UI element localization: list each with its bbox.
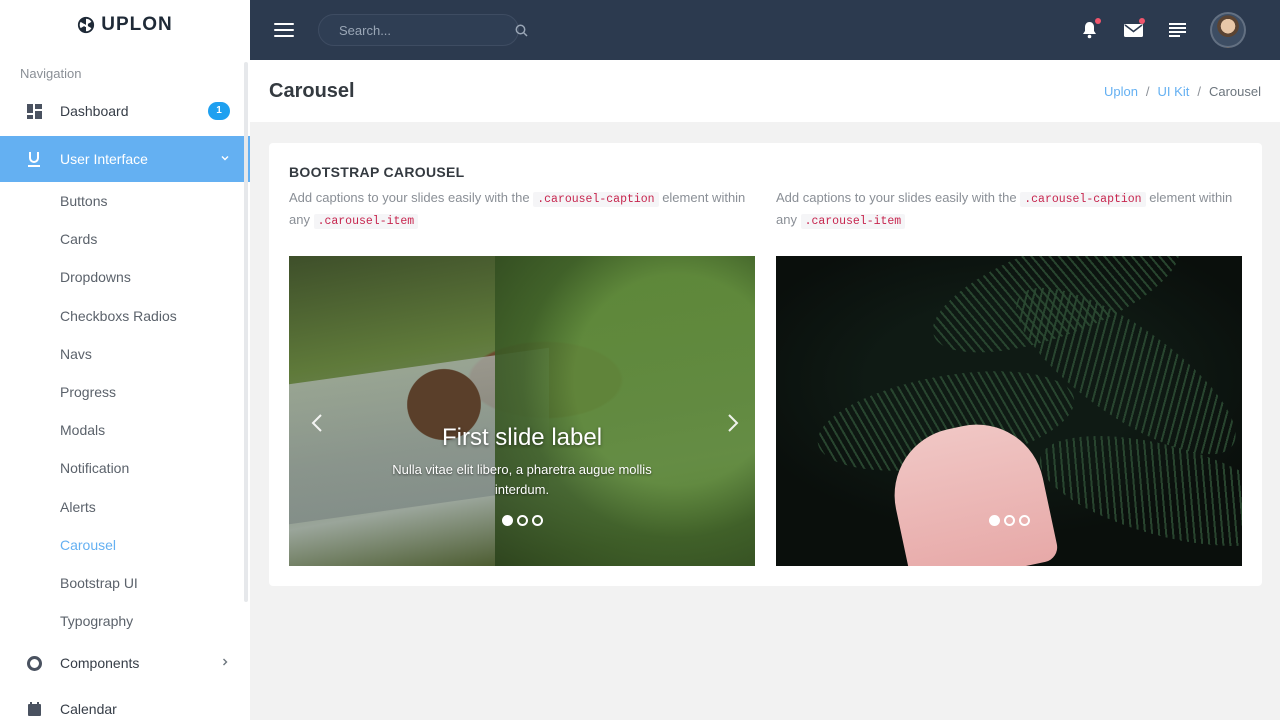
sidebar-item-dashboard[interactable]: Dashboard 1 bbox=[0, 88, 250, 134]
breadcrumb-current: Carousel bbox=[1208, 83, 1261, 99]
sidebar-subitem-navs[interactable]: Navs bbox=[0, 335, 250, 373]
breadcrumb: Uplon / UI Kit / Carousel bbox=[1104, 84, 1261, 99]
code-snippet: .carousel-item bbox=[313, 214, 419, 229]
hamburger-menu-icon[interactable] bbox=[274, 23, 294, 37]
carousel-indicator[interactable] bbox=[531, 515, 543, 526]
avatar[interactable] bbox=[1210, 12, 1246, 48]
sidebar-scrollbar[interactable] bbox=[244, 62, 248, 602]
carousel-with-caption: First slide label Nulla vitae elit liber… bbox=[289, 256, 755, 566]
breadcrumb-link-uplon[interactable]: Uplon bbox=[1104, 84, 1138, 99]
brand-name: UPLON bbox=[101, 14, 173, 35]
sidebar-subitem-modals[interactable]: Modals bbox=[0, 411, 250, 449]
search-icon[interactable] bbox=[515, 24, 528, 37]
sidebar-subitem-buttons[interactable]: Buttons bbox=[0, 182, 250, 220]
sidebar-subitem-notification[interactable]: Notification bbox=[0, 449, 250, 487]
search-box bbox=[318, 14, 528, 46]
dashboard-icon bbox=[26, 103, 42, 119]
dashboard-badge: 1 bbox=[208, 102, 230, 120]
caption-title: First slide label bbox=[441, 424, 603, 451]
chevron-right-icon bbox=[220, 656, 230, 670]
sidebar-item-label: User Interface bbox=[60, 151, 148, 167]
breadcrumb-separator: / bbox=[1197, 83, 1201, 99]
code-snippet: .carousel-item bbox=[800, 214, 906, 229]
sidebar-subitem-bootstrap-ui[interactable]: Bootstrap UI bbox=[0, 564, 250, 602]
brand-logo[interactable]: UPLON bbox=[0, 0, 250, 50]
chevron-down-icon bbox=[220, 152, 230, 166]
sidebar-subitem-typography[interactable]: Typography bbox=[0, 602, 250, 640]
page-title-bar: Carousel Uplon / UI Kit / Carousel bbox=[250, 60, 1280, 122]
desc-text: Add captions to your slides easily with … bbox=[289, 190, 534, 205]
card-description-left: Add captions to your slides easily with … bbox=[289, 188, 755, 232]
sidebar-item-label: Components bbox=[60, 655, 140, 672]
breadcrumb-separator: / bbox=[1145, 83, 1150, 99]
list-icon[interactable] bbox=[1166, 19, 1188, 41]
search-input[interactable] bbox=[339, 22, 515, 38]
sidebar: UPLON Navigation Dashboard 1 User Interf… bbox=[0, 0, 250, 720]
carousel-indicator[interactable] bbox=[988, 515, 1000, 526]
page-title: Carousel bbox=[269, 79, 355, 102]
carousel-card: BOOTSTRAP CAROUSEL Add captions to your … bbox=[269, 143, 1262, 586]
topbar bbox=[250, 0, 1280, 60]
sidebar-subitem-alerts[interactable]: Alerts bbox=[0, 488, 250, 526]
card-description-right: Add captions to your slides easily with … bbox=[776, 188, 1242, 232]
sidebar-item-components[interactable]: Components bbox=[0, 640, 250, 686]
carousel-with-indicators bbox=[776, 256, 1242, 566]
mail-dot bbox=[1139, 18, 1145, 24]
carousel-indicators bbox=[289, 515, 755, 526]
sidebar-subitem-checkboxs-radios[interactable]: Checkboxs Radios bbox=[0, 297, 250, 335]
code-snippet: .carousel-caption bbox=[533, 192, 659, 207]
sidebar-item-calendar[interactable]: Calendar bbox=[0, 686, 250, 720]
underline-icon bbox=[26, 151, 42, 167]
code-snippet: .carousel-caption bbox=[1020, 192, 1146, 207]
carousel-indicator[interactable] bbox=[516, 515, 528, 526]
desc-text: Add captions to your slides easily with … bbox=[776, 190, 1021, 205]
mail-icon[interactable] bbox=[1122, 18, 1145, 41]
sidebar-subitem-cards[interactable]: Cards bbox=[0, 220, 250, 258]
topbar-actions bbox=[1078, 0, 1246, 60]
carousel-indicator[interactable] bbox=[1003, 515, 1015, 526]
user-interface-submenu: Buttons Cards Dropdowns Checkboxs Radios… bbox=[0, 182, 250, 640]
radiation-logo-icon bbox=[78, 16, 95, 34]
sidebar-subitem-progress[interactable]: Progress bbox=[0, 373, 250, 411]
sidebar-item-user-interface[interactable]: User Interface bbox=[0, 136, 250, 182]
nav-heading: Navigation bbox=[20, 66, 82, 81]
sidebar-item-label: Calendar bbox=[60, 701, 117, 718]
sidebar-subitem-dropdowns[interactable]: Dropdowns bbox=[0, 258, 250, 296]
calendar-icon bbox=[26, 701, 42, 717]
card-title: BOOTSTRAP CAROUSEL bbox=[289, 164, 465, 180]
life-ring-icon bbox=[26, 655, 42, 671]
bell-icon[interactable] bbox=[1078, 18, 1101, 41]
carousel-indicators bbox=[776, 515, 1242, 526]
carousel-caption: First slide label Nulla vitae elit liber… bbox=[289, 424, 755, 500]
carousel-indicator[interactable] bbox=[1018, 515, 1030, 526]
caption-text: Nulla vitae elit libero, a pharetra augu… bbox=[392, 462, 652, 497]
sidebar-item-label: Dashboard bbox=[60, 103, 129, 119]
notification-dot bbox=[1095, 18, 1101, 24]
breadcrumb-link-ui-kit[interactable]: UI Kit bbox=[1158, 84, 1190, 99]
sidebar-subitem-carousel[interactable]: Carousel bbox=[0, 526, 250, 564]
carousel-indicator[interactable] bbox=[501, 515, 513, 526]
